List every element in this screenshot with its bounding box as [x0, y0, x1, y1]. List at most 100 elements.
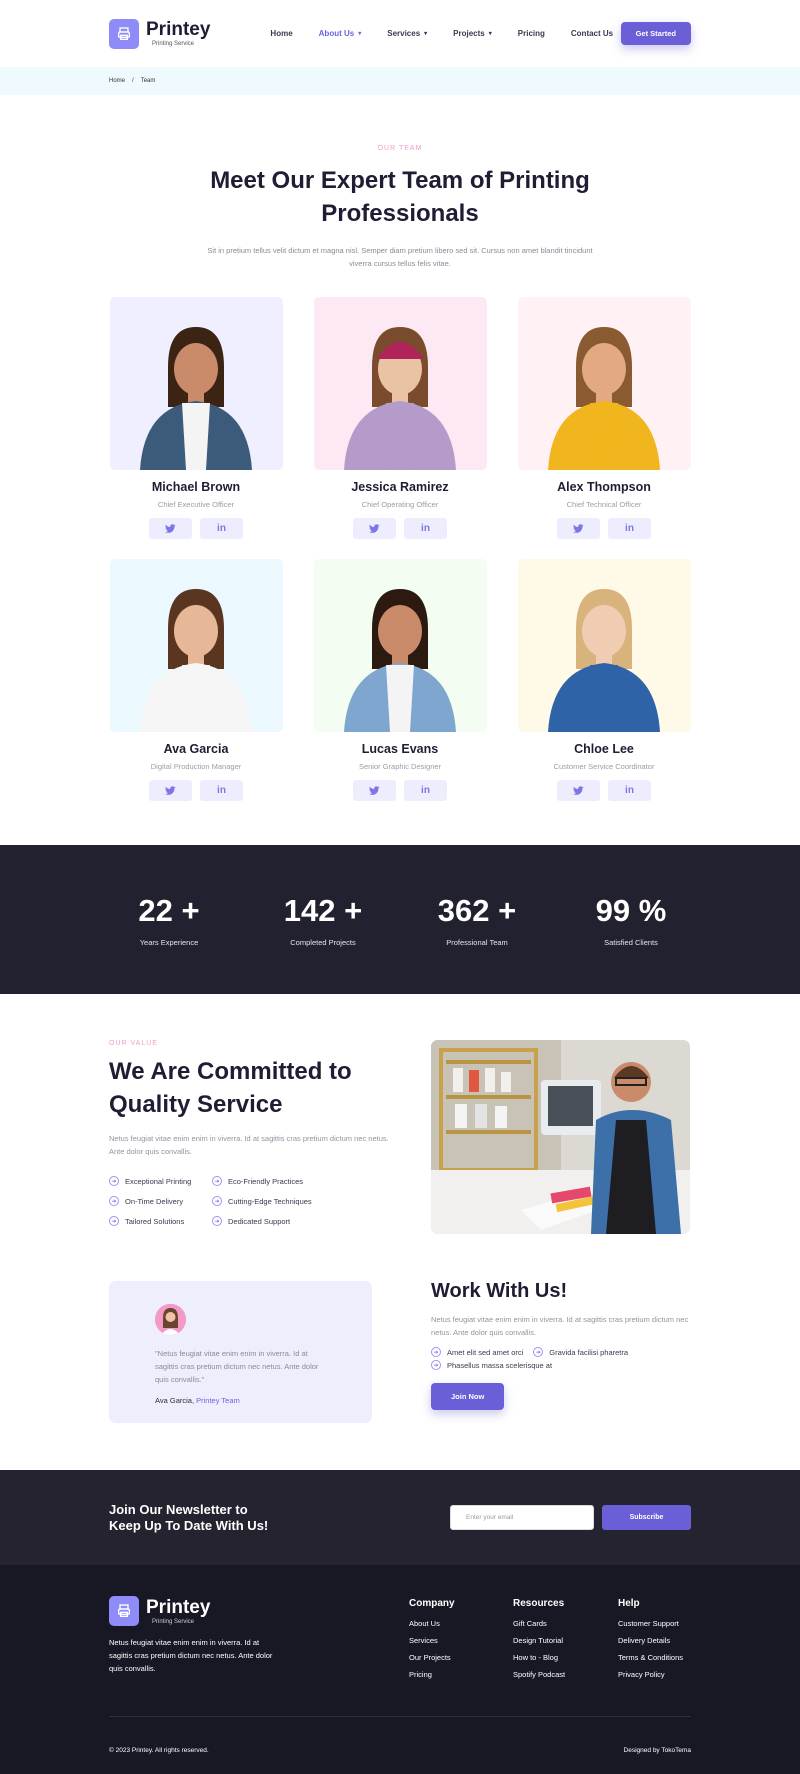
newsletter-title: Join Our Newsletter to Keep Up To Date W…: [109, 1501, 269, 1533]
value-feature: ➜ Eco-Friendly Practices: [212, 1176, 362, 1186]
printer-icon: [109, 1596, 139, 1626]
footer-link[interactable]: Terms & Conditions: [618, 1653, 683, 1662]
value-feature: ➜ On-Time Delivery: [109, 1196, 212, 1206]
stat-item: 22 + Years Experience: [92, 845, 246, 994]
footer-column-company: Company About Us Services Our Projects Prici…: [409, 1596, 455, 1687]
arrow-circle-icon: ➜: [109, 1196, 119, 1206]
member-role: Chief Executive Officer: [157, 500, 235, 509]
author-team[interactable]: Printey Team: [196, 1396, 240, 1405]
main-nav: Home About Us ▾ Services ▾ Projects ▾ Pricing Co…: [270, 29, 613, 38]
stat-number: 99 %: [595, 893, 667, 928]
copyright: © 2023 Printey. All rights reserved.: [109, 1747, 209, 1754]
join-now-button[interactable]: Join Now: [431, 1383, 505, 1410]
value-section: OUR VALUE We Are Committed to Quality Se…: [109, 1040, 691, 1234]
footer-link[interactable]: About Us: [409, 1619, 455, 1628]
team-member-photo: [313, 297, 487, 470]
team-lead: Sit in pretium tellus velit dictum et ma…: [207, 246, 593, 268]
linkedin-icon[interactable]: in: [200, 780, 243, 801]
member-name: Lucas Evans: [361, 742, 439, 756]
member-name: Alex Thompson: [557, 480, 651, 494]
footer-link[interactable]: Customer Support: [618, 1619, 683, 1628]
footer-link[interactable]: Design Tutorial: [513, 1636, 565, 1645]
logo-sub: Printing Service: [152, 41, 195, 47]
feature-label: Exceptional Printing: [125, 1176, 192, 1186]
arrow-circle-icon: ➜: [109, 1216, 119, 1226]
chevron-down-icon: ▾: [424, 31, 428, 37]
team-card: Ava Garcia Digital Production Manager in: [109, 559, 283, 801]
footer-link[interactable]: Delivery Details: [618, 1636, 683, 1645]
footer-link[interactable]: How to - Blog: [513, 1653, 565, 1662]
value-feature: ➜ Cutting-Edge Techniques: [212, 1196, 362, 1206]
testimonial-quote: "Netus feugiat vitae enim enim in viverr…: [155, 1349, 319, 1384]
linkedin-label: in: [217, 785, 226, 796]
team-member-photo: [109, 559, 283, 732]
linkedin-label: in: [421, 523, 430, 534]
footer-column-title: Help: [618, 1598, 640, 1609]
linkedin-icon[interactable]: in: [608, 780, 651, 801]
linkedin-icon[interactable]: in: [404, 780, 447, 801]
linkedin-label: in: [421, 785, 430, 796]
nav-item-home[interactable]: Home: [270, 29, 292, 38]
stat-label: Completed Projects: [290, 938, 356, 947]
footer-divider: [109, 1716, 691, 1717]
team-card: Lucas Evans Senior Graphic Designer in: [313, 559, 487, 801]
nav-item-contact-us[interactable]: Contact Us: [571, 29, 613, 38]
footer-link[interactable]: Services: [409, 1636, 455, 1645]
linkedin-icon[interactable]: in: [200, 518, 243, 539]
arrow-circle-icon: ➜: [533, 1347, 544, 1357]
logo[interactable]: Printey Printing Service: [109, 18, 210, 49]
team-card: Chloe Lee Customer Service Coordinator i…: [517, 559, 691, 801]
twitter-icon[interactable]: [149, 780, 192, 801]
twitter-icon[interactable]: [557, 780, 600, 801]
nav-item-services[interactable]: Services ▾: [387, 29, 427, 38]
designed-by: Designed by TokoTema: [623, 1747, 691, 1754]
twitter-icon[interactable]: [149, 518, 192, 539]
member-role: Chief Technical Officer: [566, 500, 642, 509]
stat-item: 99 % Satisfied Clients: [554, 845, 708, 994]
nav-label: About Us: [318, 29, 355, 38]
team-card: Michael Brown Chief Executive Officer in: [109, 297, 283, 539]
author-name: Ava Garcia,: [155, 1396, 195, 1405]
printing-workshop-image: [431, 1040, 690, 1234]
subscribe-button[interactable]: Subscribe: [602, 1505, 691, 1530]
twitter-icon[interactable]: [557, 518, 600, 539]
footer-link[interactable]: Our Projects: [409, 1653, 455, 1662]
nav-label: Pricing: [517, 29, 545, 38]
work-paragraph: Netus feugiat vitae enim enim in viverra…: [431, 1315, 689, 1337]
member-name: Chloe Lee: [574, 742, 634, 756]
email-input[interactable]: Enter your email: [450, 1505, 594, 1530]
footer-link[interactable]: Pricing: [409, 1670, 455, 1679]
team-title-line2: Professionals: [321, 200, 479, 227]
nav-item-pricing[interactable]: Pricing: [518, 29, 545, 38]
team-card: Alex Thompson Chief Technical Officer in: [517, 297, 691, 539]
feature-label: Cutting-Edge Techniques: [228, 1196, 312, 1206]
breadcrumb-home[interactable]: Home: [109, 78, 125, 84]
footer-link[interactable]: Privacy Policy: [618, 1670, 683, 1679]
site-footer: Printey Printing Service Netus feugiat v…: [0, 1565, 800, 1774]
stat-item: 142 + Completed Projects: [246, 845, 400, 994]
stats-bar: 22 + Years Experience 142 + Completed Pro…: [0, 845, 800, 994]
work-title: Work With Us!: [431, 1280, 568, 1302]
arrow-circle-icon: ➜: [212, 1196, 222, 1206]
chevron-down-icon: ▾: [358, 31, 362, 37]
social-links: in: [518, 780, 691, 801]
linkedin-icon[interactable]: in: [404, 518, 447, 539]
arrow-circle-icon: ➜: [212, 1216, 222, 1226]
nav-item-projects[interactable]: Projects ▾: [453, 29, 492, 38]
linkedin-icon[interactable]: in: [608, 518, 651, 539]
footer-column-help: Help Customer Support Delivery Details Term…: [618, 1596, 683, 1687]
footer-link[interactable]: Spotify Podcast: [513, 1670, 565, 1679]
arrow-circle-icon: ➜: [431, 1360, 441, 1370]
value-title: We Are Committed to Quality Service: [109, 1058, 352, 1118]
get-started-button[interactable]: Get Started: [620, 22, 691, 45]
footer-logo[interactable]: Printey Printing Service: [109, 1596, 210, 1626]
value-paragraph: Netus feugiat vitae enim enim in viverra…: [109, 1134, 389, 1156]
nav-item-about-us[interactable]: About Us ▾: [319, 29, 362, 38]
value-feature: ➜ Dedicated Support: [212, 1216, 362, 1226]
footer-description: Netus feugiat vitae enim enim in viverra…: [109, 1638, 273, 1673]
twitter-icon[interactable]: [353, 518, 396, 539]
footer-link[interactable]: Gift Cards: [513, 1619, 565, 1628]
team-grid: Michael Brown Chief Executive Officer in…: [109, 297, 691, 801]
team-section: OUR TEAM Meet Our Expert Team of Printin…: [0, 95, 800, 801]
twitter-icon[interactable]: [353, 780, 396, 801]
